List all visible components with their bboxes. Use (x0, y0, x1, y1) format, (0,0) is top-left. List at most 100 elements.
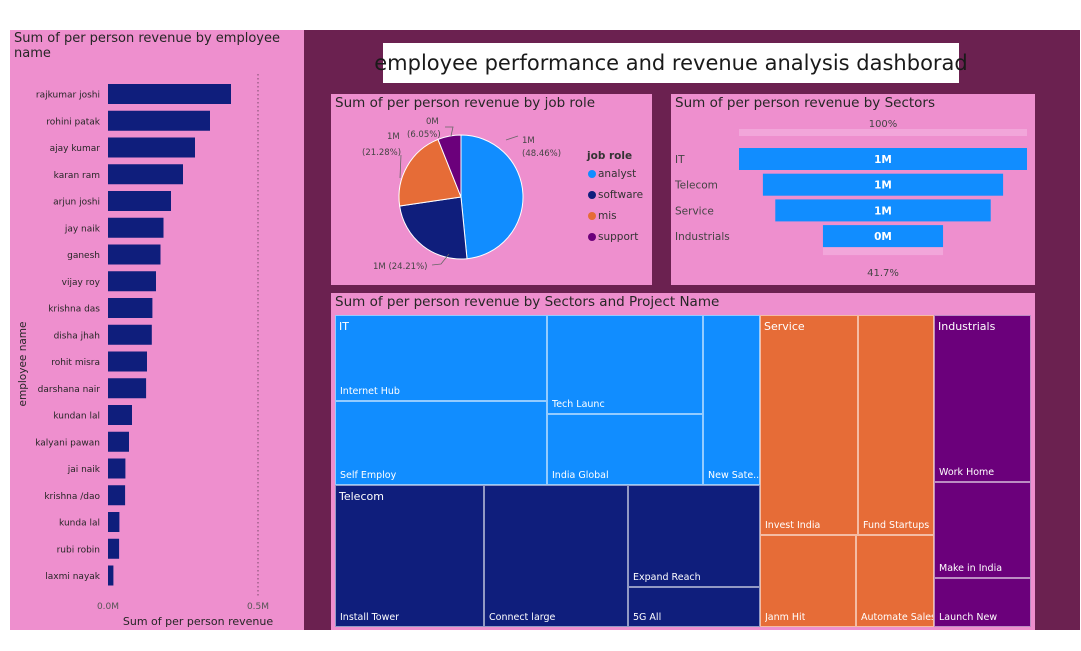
bar-category-label: kalyani pawan (35, 438, 100, 448)
dashboard-title: employee performance and revenue analysi… (374, 43, 968, 83)
funnel-category-label: Industrials (675, 231, 730, 243)
treemap-cell-expand-reach[interactable]: Expand Reach (628, 485, 760, 587)
treemap-cell-label: Janm Hit (765, 612, 806, 623)
bar-category-label: rohini patak (46, 117, 101, 127)
funnel-bottom-connector (822, 247, 944, 256)
pie-label-mis: 1M (21.28%) (362, 132, 401, 158)
bar-x-tick-label: 0.0M (97, 602, 119, 612)
treemap-cell-label: Expand Reach (633, 572, 701, 583)
bar-laxmi-nayak[interactable] (108, 565, 114, 586)
bar-category-label: disha jhah (54, 331, 100, 341)
bar-x-tick-label: 0.5M (247, 602, 269, 612)
bar-darshana-nair[interactable] (108, 378, 147, 399)
bar-krishna-dao[interactable] (108, 485, 126, 506)
pie-slice-analyst[interactable] (460, 134, 524, 260)
bar-x-axis-label: Sum of per person revenue (123, 615, 274, 628)
treemap-cell-internet-hub[interactable]: Internet Hub (335, 315, 547, 401)
bar-disha-jhah[interactable] (108, 324, 152, 345)
pie-label-support: 0M (6.05%) (407, 117, 441, 140)
bar-rubi-robin[interactable] (108, 538, 120, 559)
bar-karan-ram[interactable] (108, 164, 183, 185)
treemap-cell-label: Invest India (765, 520, 821, 531)
funnel-value-label: 1M (874, 180, 892, 192)
bar-y-axis-label: employee name (17, 322, 29, 407)
treemap-cell-work-home[interactable]: Work Home (934, 315, 1031, 482)
bar-krishna-das[interactable] (108, 298, 153, 318)
treemap-cell-automate-sales[interactable]: Automate Sales (856, 535, 934, 627)
treemap-cell-fund-startups[interactable]: Fund Startups (858, 315, 934, 535)
legend-label: mis (598, 210, 617, 222)
bar-kunda-lal[interactable] (108, 512, 120, 532)
treemap-cell-tech-launc[interactable]: Tech Launc (547, 315, 703, 414)
treemap-cell-connect-large[interactable]: Connect large (484, 485, 628, 627)
treemap-cell-make-in-india[interactable]: Make in India (934, 482, 1031, 578)
funnel-bottom-pct: 41.7% (867, 268, 899, 279)
treemap-cell-janm-hit[interactable]: Janm Hit (760, 535, 856, 627)
bar-ajay-kumar[interactable] (108, 137, 195, 158)
treemap-cell-5g-all[interactable]: 5G All (628, 587, 760, 627)
legend-item-analyst[interactable]: analyst (588, 168, 636, 180)
bar-rohini-patak[interactable] (108, 110, 210, 131)
legend-item-support[interactable]: support (588, 231, 638, 243)
bar-rajkumar-joshi[interactable] (108, 84, 231, 104)
bar-kalyani-pawan[interactable] (108, 431, 129, 452)
pie-legend-title: job role (587, 150, 633, 162)
treemap-cell-label: Automate Sales (861, 612, 933, 623)
treemap-cell-india-global[interactable]: India Global (547, 414, 703, 485)
treemap-group-label-service: Service (764, 320, 805, 333)
funnel-top-pct: 100% (869, 119, 898, 130)
funnel-category-label: IT (675, 154, 685, 166)
funnel-value-label: 1M (874, 205, 892, 217)
legend-label: support (598, 231, 639, 243)
treemap-title: Sum of per person revenue by Sectors and… (335, 294, 720, 310)
sector-funnel-chart: 1M IT 1M Telecom 1M Service 0M Industrials 100%… (674, 119, 1027, 279)
employee-bar-chart: rajkumar joshi rohini patak ajay kumar kara… (17, 74, 274, 628)
bar-category-label: krishna das (48, 305, 100, 315)
pie-label-software: 1M (24.21%) (373, 262, 428, 272)
bar-category-label: laxmi nayak (45, 572, 101, 582)
treemap-cell-label: New Sate... (708, 470, 759, 481)
treemap-group-label-it: IT (339, 320, 349, 333)
treemap-cell-label: Fund Startups (863, 520, 930, 531)
bar-category-label: ganesh (67, 251, 100, 261)
bar-ganesh[interactable] (108, 244, 161, 265)
bar-category-label: ajay kumar (50, 144, 101, 154)
bar-category-label: karan ram (54, 171, 100, 181)
pie-slice-software[interactable] (399, 196, 468, 260)
treemap-cell-new-sate-[interactable]: New Sate... (703, 315, 760, 485)
funnel-value-label: 1M (874, 154, 892, 166)
treemap-cell-label: Tech Launc (552, 399, 605, 410)
legend-dot (588, 211, 596, 220)
legend-label: analyst (598, 168, 637, 180)
bar-category-label: kunda lal (59, 519, 100, 529)
legend-dot (588, 169, 596, 178)
treemap-cell-label: Install Tower (340, 612, 400, 623)
bar-category-label: kundan lal (53, 412, 100, 422)
treemap-group-label-industrials: Industrials (938, 320, 996, 333)
legend-item-software[interactable]: software (588, 189, 643, 201)
treemap-group-label-telecom: Telecom (339, 490, 384, 503)
treemap-cell-label: Make in India (939, 563, 1003, 574)
treemap-cell-label: Connect large (489, 612, 556, 623)
bar-arjun-joshi[interactable] (108, 191, 171, 211)
bar-category-label: rubi robin (57, 545, 100, 555)
legend-label: software (598, 189, 644, 201)
treemap-cell-install-tower[interactable]: Install Tower (335, 485, 484, 627)
bar-category-label: vijay roy (62, 278, 101, 288)
bar-kundan-lal[interactable] (108, 405, 132, 425)
treemap-cell-label: Launch New (939, 612, 998, 623)
treemap-cell-label: India Global (552, 470, 609, 481)
bar-rohit-misra[interactable] (108, 351, 147, 372)
funnel-top-connector (739, 129, 1027, 136)
treemap-cell-label: 5G All (633, 612, 662, 623)
bar-category-label: darshana nair (38, 385, 101, 395)
treemap-cell-launch-new[interactable]: Launch New (934, 578, 1031, 627)
bar-jay-naik[interactable] (108, 217, 164, 238)
treemap-cell-invest-india[interactable]: Invest India (760, 315, 858, 535)
legend-item-mis[interactable]: mis (588, 210, 617, 222)
treemap-cell-self-employ[interactable]: Self Employ (335, 401, 547, 485)
bar-jai-naik[interactable] (108, 458, 126, 479)
funnel-value-label: 0M (874, 231, 892, 243)
funnel-category-label: Service (675, 205, 714, 217)
bar-vijay-roy[interactable] (108, 271, 156, 292)
